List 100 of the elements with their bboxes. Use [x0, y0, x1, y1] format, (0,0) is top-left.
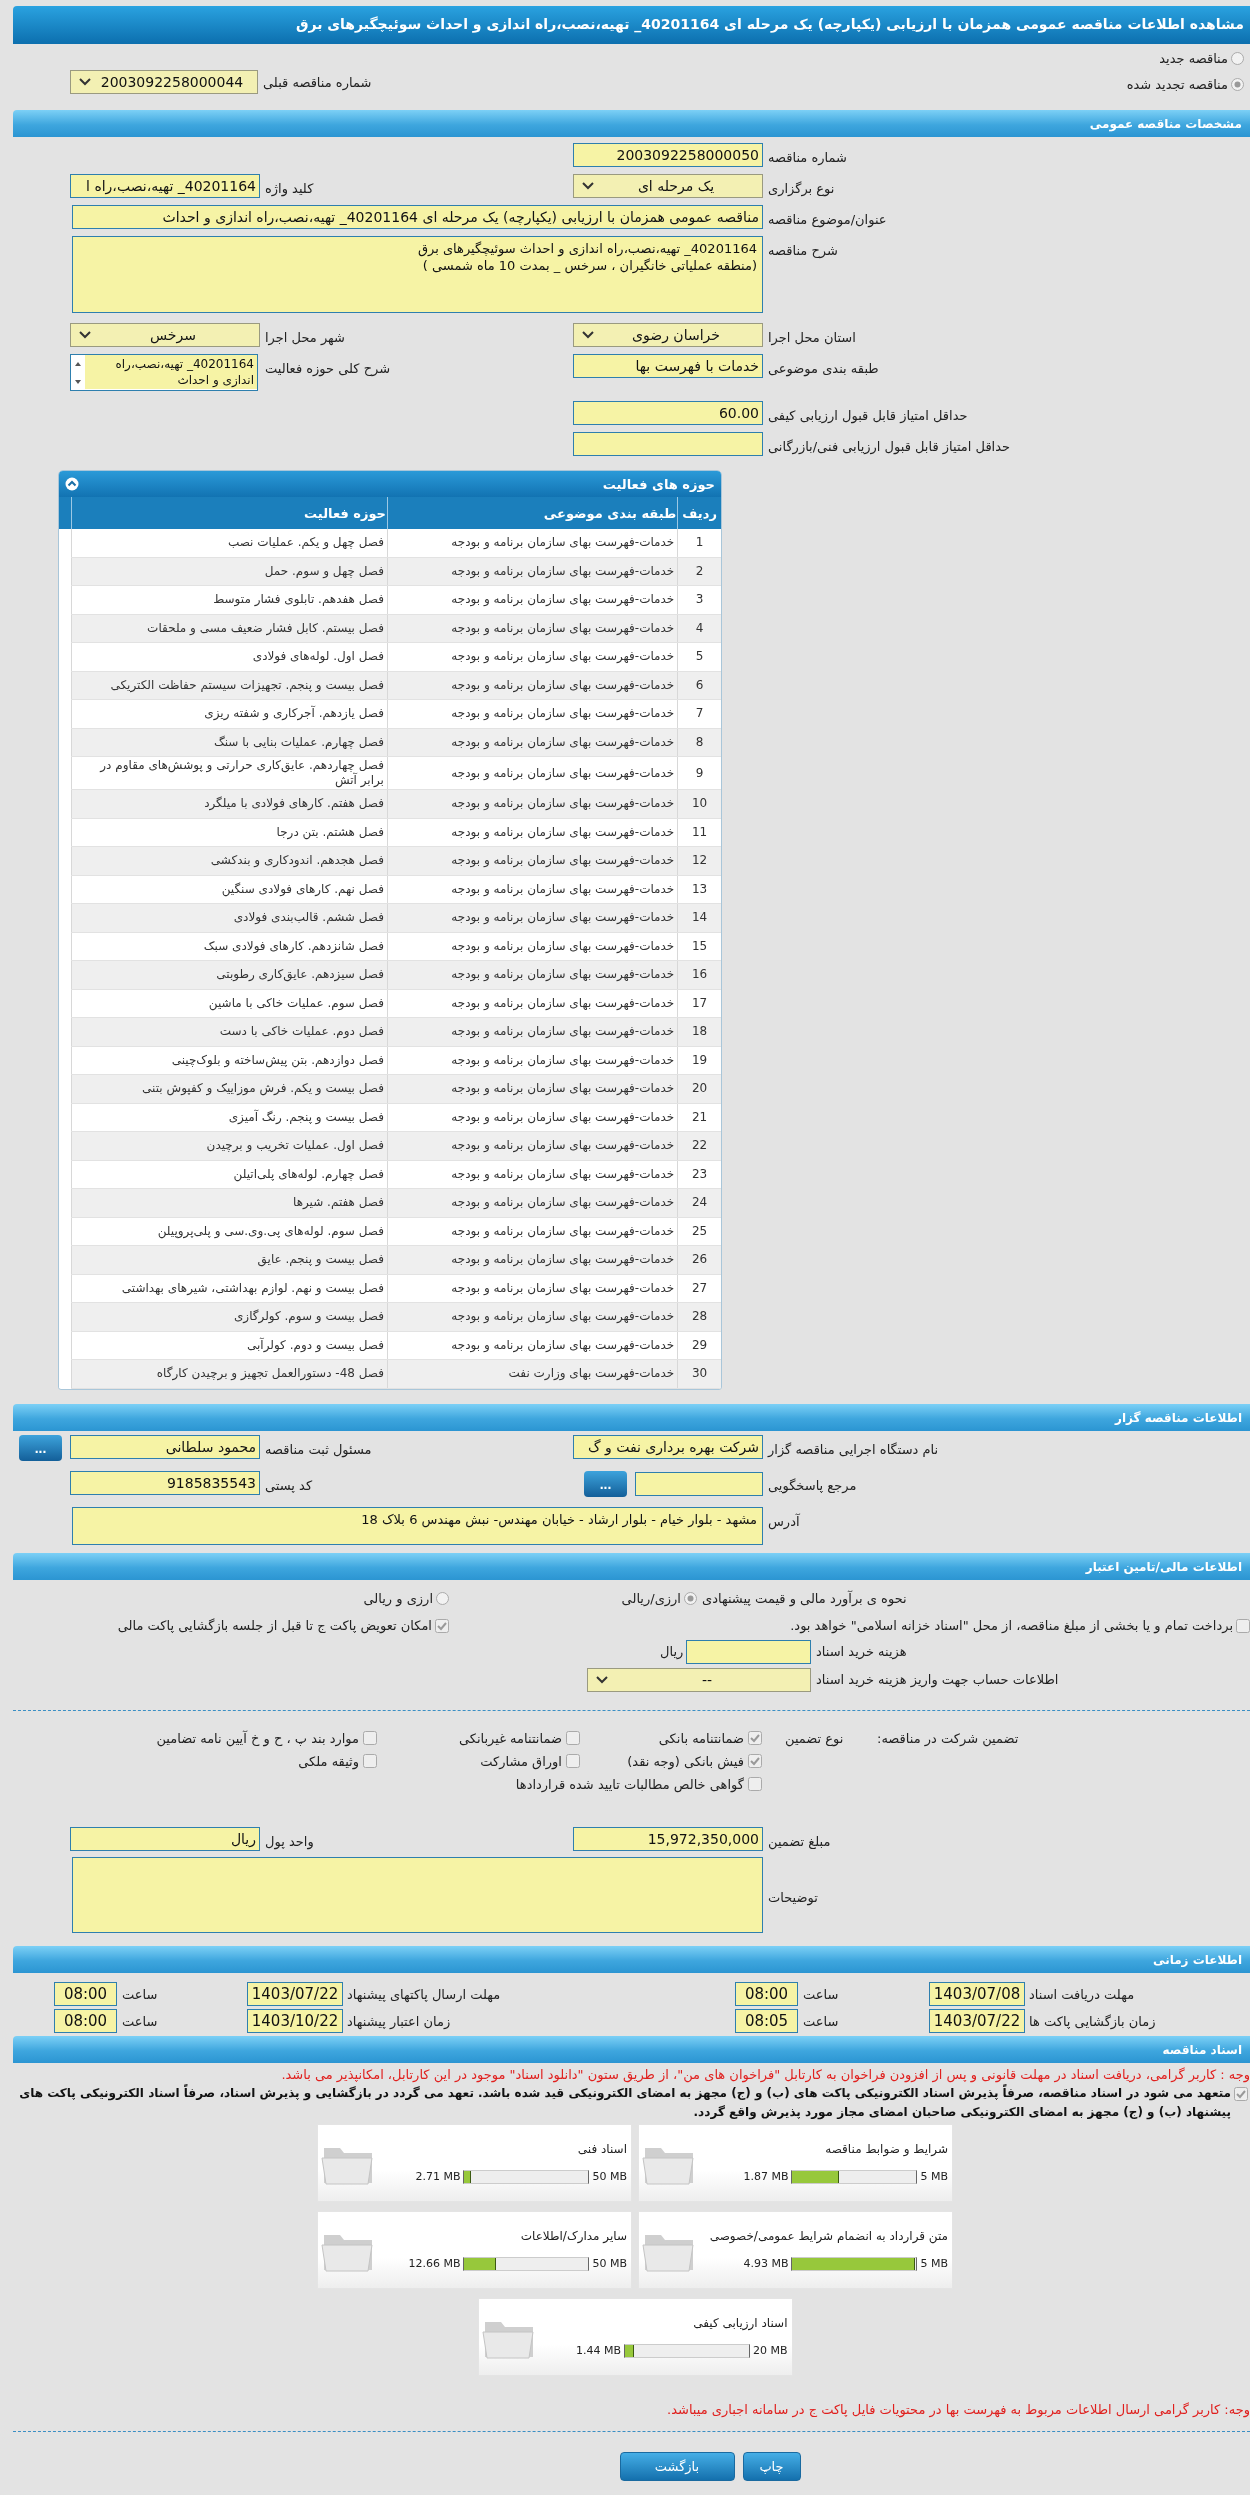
text-field[interactable]: 40201164_ تهیه،نصب،راه ا	[70, 174, 260, 198]
field-label: طبقه بندی موضوعی	[768, 361, 879, 376]
checked-checkbox[interactable]	[748, 1754, 762, 1768]
table-cell: 9	[677, 756, 721, 790]
text-field[interactable]: مناقصه عمومی همزمان با ارزیابی (یکپارچه) یک مرحله ای 40201164_ تهیه،نصب،راه اندازی و احداث	[72, 205, 763, 229]
field-label: نام دستگاه اجرایی مناقصه گزار	[768, 1441, 939, 1457]
column-header: حوزه فعالیت	[71, 497, 388, 529]
browse-button[interactable]: ...	[584, 1470, 627, 1497]
table-cell: فصل بیست و دوم. کولرآبی	[71, 1331, 388, 1360]
text-field[interactable]	[635, 1471, 763, 1496]
table-cell: فصل هجدهم. اندودکاری و بندکشی	[71, 846, 388, 875]
browse-button[interactable]: ...	[19, 1434, 62, 1461]
checked-checkbox[interactable]	[748, 1731, 762, 1745]
file-size: 12.66 MB	[408, 2257, 461, 2270]
date-field[interactable]: 1403/07/22	[929, 2009, 1025, 2033]
table-cell: 6	[677, 671, 721, 700]
field-label: کلید واژه	[265, 181, 314, 196]
back-button[interactable]: بازگشت	[619, 2451, 735, 2481]
checkbox[interactable]	[363, 1754, 377, 1768]
text-field[interactable]: شرکت بهره برداری نفت و گ	[573, 1434, 763, 1459]
table-cell: فصل هفدهم. تابلوی فشار متوسط	[71, 585, 388, 614]
table-cell: خدمات-فهرست بهای سازمان برنامه و بودجه	[387, 818, 678, 847]
field-label: شهر محل اجرا	[265, 330, 345, 345]
table-cell: فصل چهل و سوم. حمل	[71, 557, 388, 586]
time-field[interactable]: 08:00	[54, 2009, 117, 2033]
selected-radio-button[interactable]	[1231, 78, 1244, 91]
dropdown[interactable]: سرخس	[70, 323, 260, 347]
time-field[interactable]: 08:00	[54, 1982, 117, 2006]
checked-checkbox[interactable]	[435, 1618, 449, 1633]
text-field[interactable]: ریال	[70, 1826, 260, 1851]
table-cell: خدمات-فهرست بهای سازمان برنامه و بودجه	[387, 699, 678, 728]
radio-label: ارزی و ریالی	[363, 1591, 433, 1606]
checked-checkbox[interactable]	[1234, 2086, 1248, 2101]
table-cell: فصل چهاردهم. عایق‌کاری حرارتی و پوشش‌های مقاوم در برابر آتش	[71, 756, 388, 790]
field-label: کد پستی	[265, 1477, 313, 1493]
date-field[interactable]: 1403/10/22	[247, 2009, 343, 2033]
radio-button[interactable]	[436, 1592, 449, 1605]
file-size: 2.71 MB	[415, 2170, 461, 2183]
print-button[interactable]: چاپ	[742, 2451, 801, 2481]
field-label: حداقل امتیاز قابل قبول ارزیابی فنی/بازرگانی	[768, 439, 1011, 454]
text-field[interactable]: خدمات با فهرست بها	[573, 354, 763, 378]
text-area[interactable]: 40201164_ تهیه،نصب،راه اندازی و احداث سوئیچگیرهای برق (منطقه عملیاتی خانگیران ، سرخس _ بمدت 10 ماه شمسی )	[72, 236, 763, 313]
table-cell: 16	[677, 960, 721, 989]
table-cell: فصل شانزدهم. کارهای فولادی سبک	[71, 932, 388, 961]
list-box[interactable]: 40201164_ تهیه،نصب،راه اندازی و احداث	[70, 354, 258, 391]
field-label: شرح مناقصه	[768, 243, 838, 258]
checkbox-label: امکان تعویض پاکت ج تا قبل از جلسه بازگشایی پاکت مالی	[117, 1618, 432, 1633]
radio-button[interactable]	[1231, 52, 1244, 65]
time-field[interactable]: 08:00	[735, 1982, 798, 2006]
dropdown[interactable]: خراسان رضوی	[573, 323, 763, 347]
checkbox-label: اوراق مشارکت	[480, 1753, 562, 1769]
table-cell: خدمات-فهرست بهای سازمان برنامه و بودجه	[387, 989, 678, 1018]
date-field[interactable]: 1403/07/08	[929, 1982, 1025, 2006]
file-name: اسناد فنی	[577, 2141, 627, 2156]
max-size: 50 MB	[592, 2170, 627, 2183]
date-field[interactable]: 1403/07/22	[247, 1982, 343, 2006]
table-cell: خدمات-فهرست بهای سازمان برنامه و بودجه	[387, 1217, 678, 1246]
table-cell: 22	[677, 1131, 721, 1160]
text-area[interactable]: مشهد - بلوار خیام - بلوار ارشاد - خیابان مهندس- نبش مهندس 6 بلاک 18	[72, 1506, 763, 1545]
table-cell: 18	[677, 1017, 721, 1046]
table-cell: خدمات-فهرست بهای سازمان برنامه و بودجه	[387, 789, 678, 818]
table-cell: خدمات-فهرست بهای سازمان برنامه و بودجه	[387, 960, 678, 989]
text-field[interactable]: 60.00	[573, 401, 763, 425]
checkbox[interactable]	[1236, 1618, 1250, 1633]
dropdown[interactable]: یک مرحله ای	[573, 174, 763, 198]
table-cell: فصل 48- دستورالعمل تجهیز و برچیدن کارگاه	[71, 1359, 388, 1388]
table-cell: خدمات-فهرست بهای سازمان برنامه و بودجه	[387, 903, 678, 932]
field-label: نوع برگزاری	[768, 181, 835, 196]
checkbox[interactable]	[566, 1754, 580, 1768]
text-field[interactable]: محمود سلطانی	[70, 1434, 260, 1459]
dropdown[interactable]: 2003092258000044	[70, 70, 258, 94]
field-label: مرجع پاسخگویی	[768, 1477, 857, 1493]
checkbox[interactable]	[566, 1731, 580, 1745]
table-cell: فصل سیزدهم. عایق‌کاری رطوبتی	[71, 960, 388, 989]
text-field[interactable]	[573, 432, 763, 456]
checkbox[interactable]	[363, 1731, 377, 1745]
text-field[interactable]: 15,972,350,000	[573, 1826, 763, 1851]
time-field[interactable]: 08:05	[735, 2009, 798, 2033]
table-cell: 1	[677, 529, 721, 557]
table-cell: 27	[677, 1274, 721, 1303]
table-cell: فصل سوم. لوله‌های پی.وی.سی و پلی‌پروپیلن	[71, 1217, 388, 1246]
text-field[interactable]	[686, 1639, 811, 1664]
table-cell: 26	[677, 1245, 721, 1274]
text-area[interactable]	[72, 1856, 763, 1933]
table-cell: خدمات-فهرست بهای سازمان برنامه و بودجه	[387, 932, 678, 961]
max-size: 20 MB	[752, 2344, 788, 2357]
field-label: زمان بازگشایی پاکت ها	[1029, 2013, 1156, 2029]
checkbox[interactable]	[748, 1777, 762, 1791]
text-field[interactable]: 2003092258000050	[573, 143, 763, 167]
text-field[interactable]: 9185835543	[70, 1470, 260, 1495]
selected-radio-button[interactable]	[684, 1592, 697, 1605]
field-label: مسئول ثبت مناقصه	[265, 1441, 372, 1457]
dropdown[interactable]: --	[587, 1667, 811, 1692]
file-name: متن قرارداد به انضمام شرایط عمومی/خصوصی	[709, 2228, 948, 2243]
collapse-icon[interactable]	[65, 477, 79, 491]
table-cell: خدمات-فهرست بهای سازمان برنامه و بودجه	[387, 875, 678, 904]
notice-text: وجه : کاربر گرامی، دریافت اسناد در مهلت قانونی و پس از افزودن فراخوان به کارتابل "فراخوان های من"، از طریق ستون "دانلود اسناد" موجود در این کارتابل، امکانپذیر می باشد.	[280, 2066, 1250, 2082]
table-cell: خدمات-فهرست بهای سازمان برنامه و بودجه	[387, 1274, 678, 1303]
table-cell: خدمات-فهرست بهای سازمان برنامه و بودجه	[387, 1245, 678, 1274]
section-header: اطلاعات مالی/تامین اعتبار	[13, 1552, 1250, 1580]
